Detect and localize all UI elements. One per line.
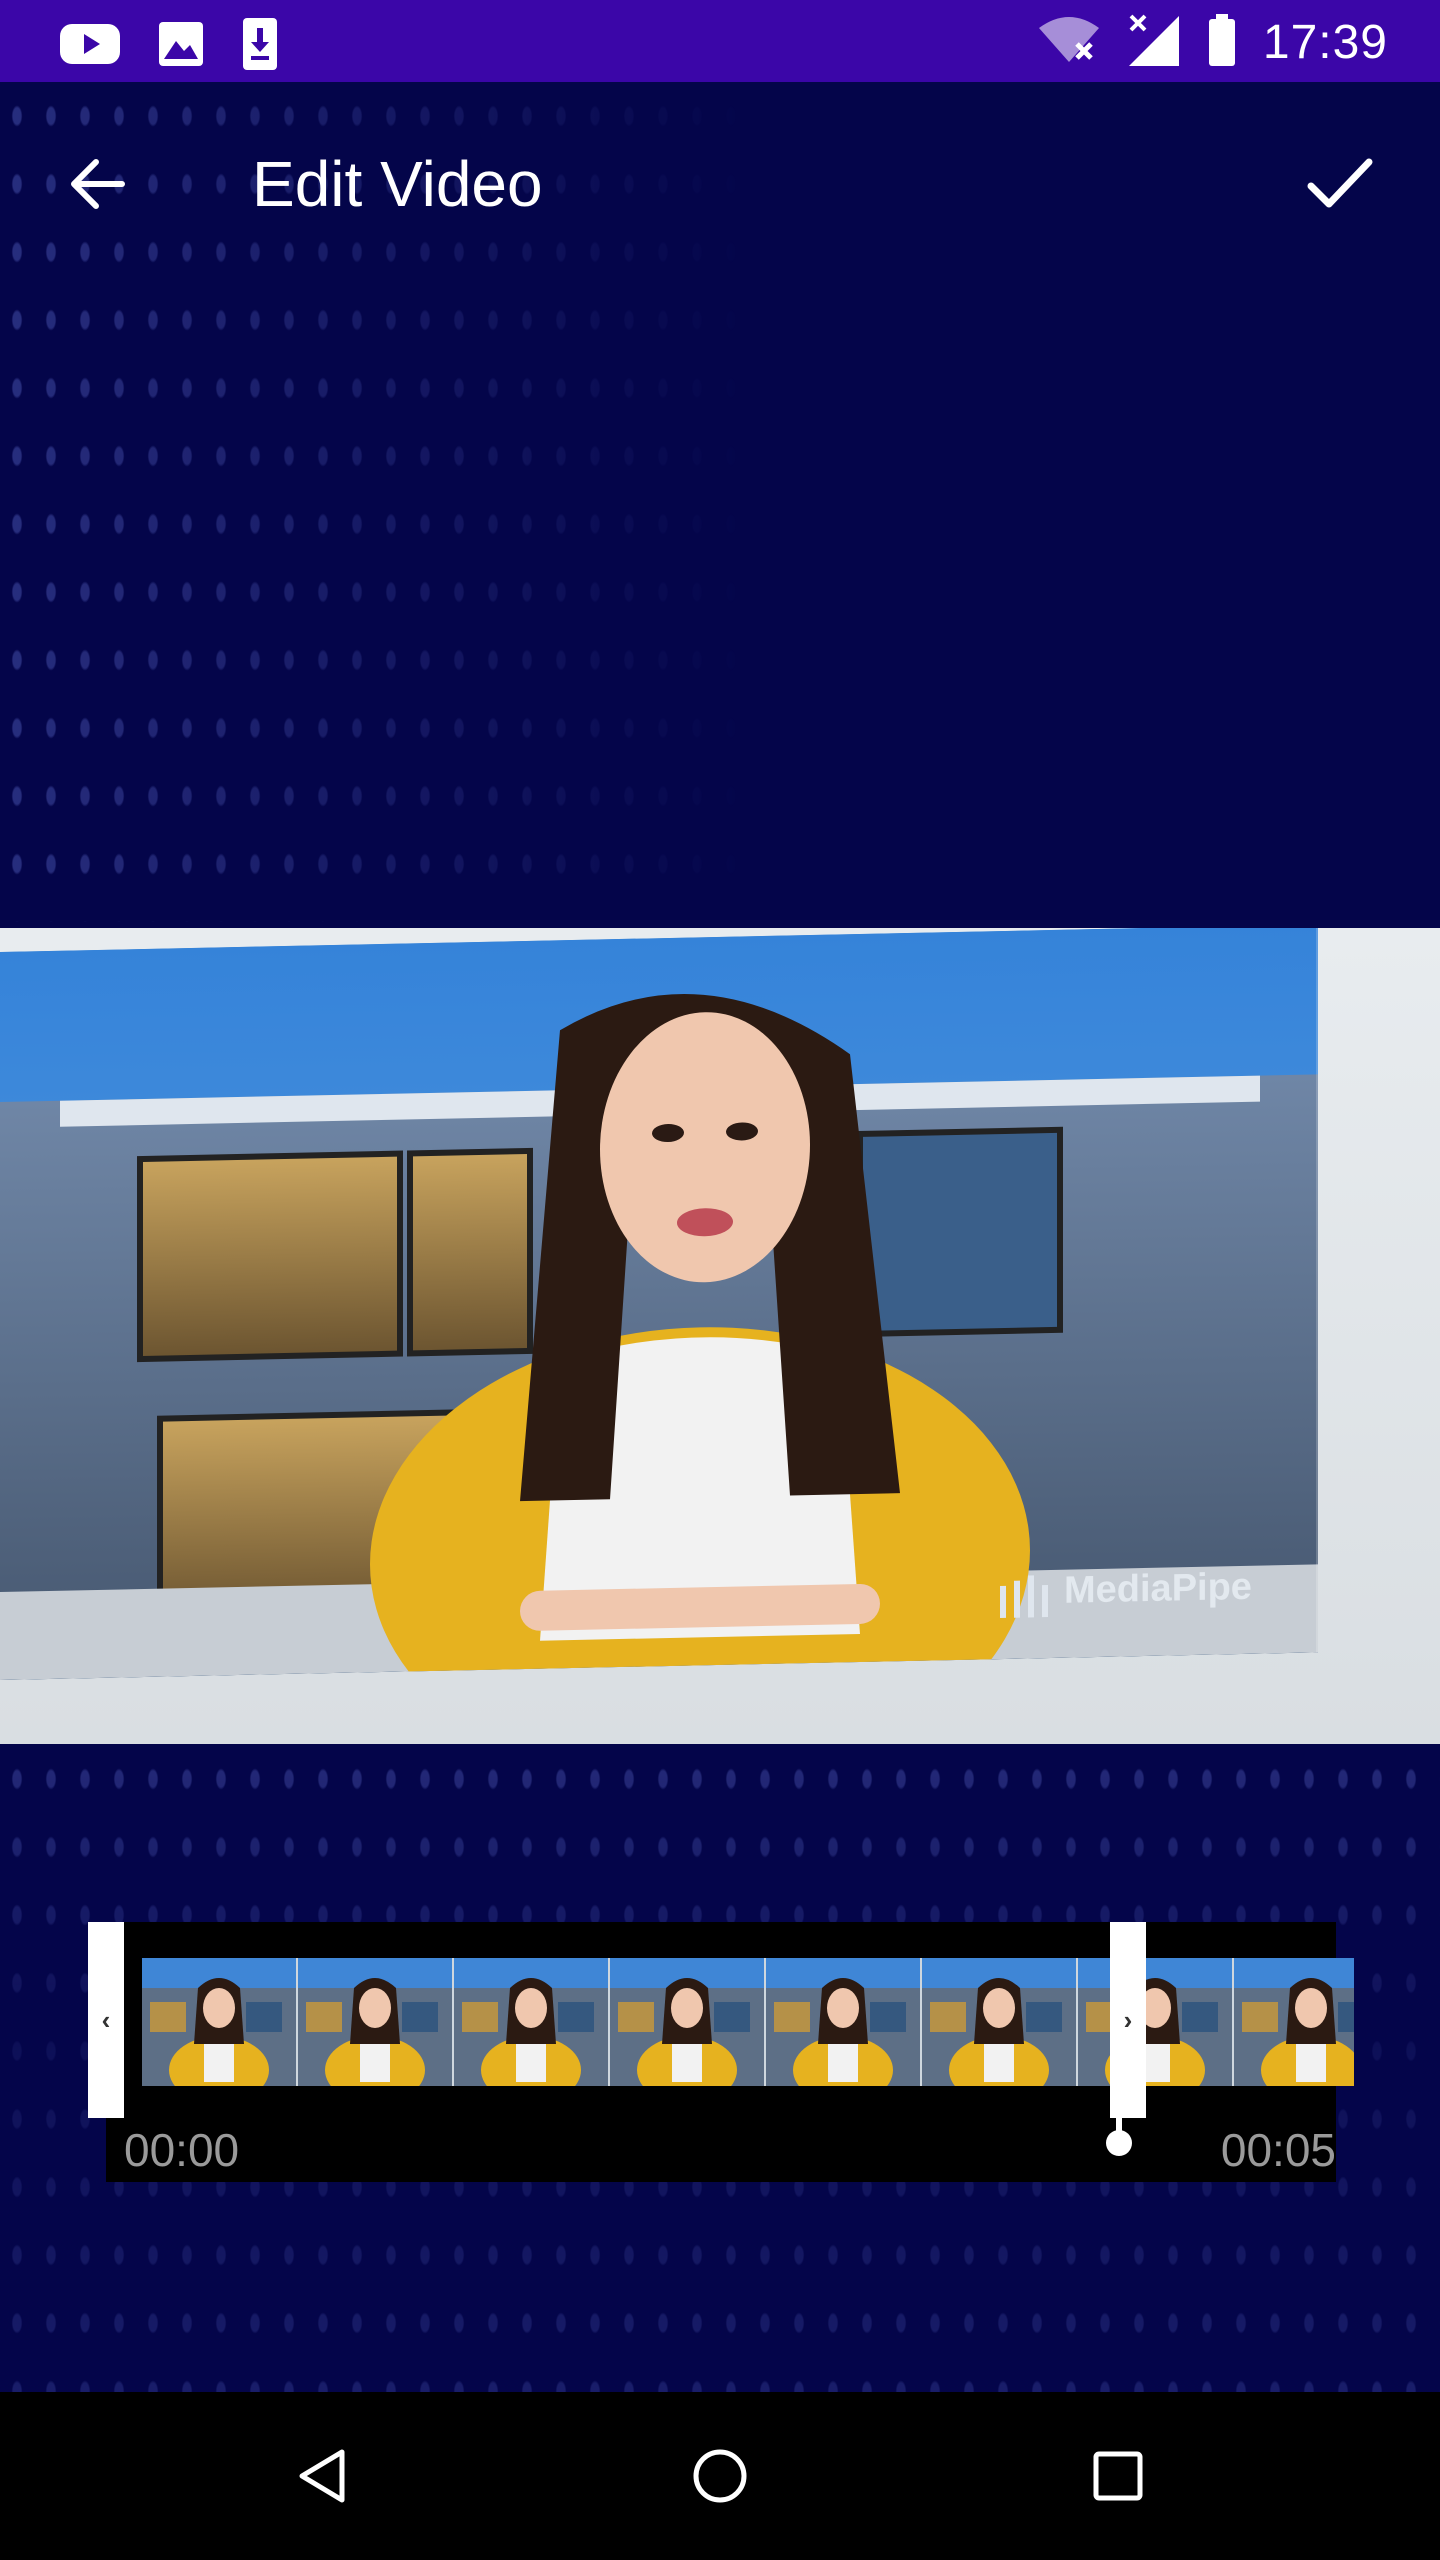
trim-handle-right[interactable]: › bbox=[1110, 1922, 1146, 2118]
status-bar: 17:39 bbox=[0, 0, 1440, 82]
timeline-thumbnail bbox=[298, 1958, 454, 2086]
timeline-thumbnail bbox=[142, 1958, 298, 2086]
download-icon bbox=[240, 16, 280, 77]
status-system-icons: 17:39 bbox=[1037, 12, 1388, 73]
check-icon bbox=[1307, 158, 1373, 208]
wifi-icon bbox=[1037, 14, 1101, 71]
timeline-thumbnail bbox=[922, 1958, 1078, 2086]
nav-back-button[interactable] bbox=[282, 2436, 362, 2516]
video-preview[interactable]: MediaPipe bbox=[0, 928, 1440, 1744]
confirm-button[interactable] bbox=[1296, 144, 1384, 224]
nav-home-icon bbox=[693, 2449, 747, 2503]
trim-handle-left[interactable]: ‹ bbox=[88, 1922, 124, 2118]
status-notification-icons bbox=[58, 16, 280, 77]
system-nav-bar bbox=[0, 2392, 1440, 2560]
nav-home-button[interactable] bbox=[680, 2436, 760, 2516]
video-timeline: 00:00 00:05 ‹ › bbox=[88, 1922, 1354, 2182]
chevron-left-icon: ‹ bbox=[101, 2004, 111, 2035]
chevron-right-icon: › bbox=[1123, 2004, 1133, 2035]
nav-recents-button[interactable] bbox=[1078, 2436, 1158, 2516]
end-time-label: 00:05 bbox=[1220, 2124, 1336, 2176]
nav-recents-icon bbox=[1093, 2451, 1143, 2501]
timeline-thumbnail bbox=[454, 1958, 610, 2086]
arrow-back-icon bbox=[71, 159, 125, 209]
nav-back-icon bbox=[299, 2449, 345, 2503]
youtube-icon bbox=[58, 20, 122, 73]
video-frame-border bbox=[0, 928, 1318, 1680]
battery-icon bbox=[1207, 12, 1237, 73]
top-app-bar: Edit Video bbox=[0, 82, 1440, 282]
timeline-thumbnail bbox=[610, 1958, 766, 2086]
signal-icon bbox=[1127, 12, 1181, 73]
playhead-knob[interactable] bbox=[1106, 2130, 1132, 2156]
edit-video-screen: 17:39 Edit Video MediaPipe 00:00 00:05 ‹… bbox=[0, 0, 1440, 2560]
timeline-track: 00:00 00:05 bbox=[106, 1922, 1354, 2182]
image-icon bbox=[156, 19, 206, 74]
timeline-thumbnail bbox=[1078, 1958, 1234, 2086]
back-button[interactable] bbox=[58, 144, 138, 224]
start-time-label: 00:00 bbox=[124, 2124, 240, 2176]
status-time: 17:39 bbox=[1262, 16, 1388, 69]
video-frame: MediaPipe bbox=[0, 928, 1318, 1680]
timeline-thumbnail bbox=[1234, 1958, 1354, 2086]
page-title: Edit Video bbox=[252, 148, 543, 220]
timeline-thumbnail bbox=[766, 1958, 922, 2086]
thumbnail-strip[interactable] bbox=[142, 1958, 1354, 2086]
